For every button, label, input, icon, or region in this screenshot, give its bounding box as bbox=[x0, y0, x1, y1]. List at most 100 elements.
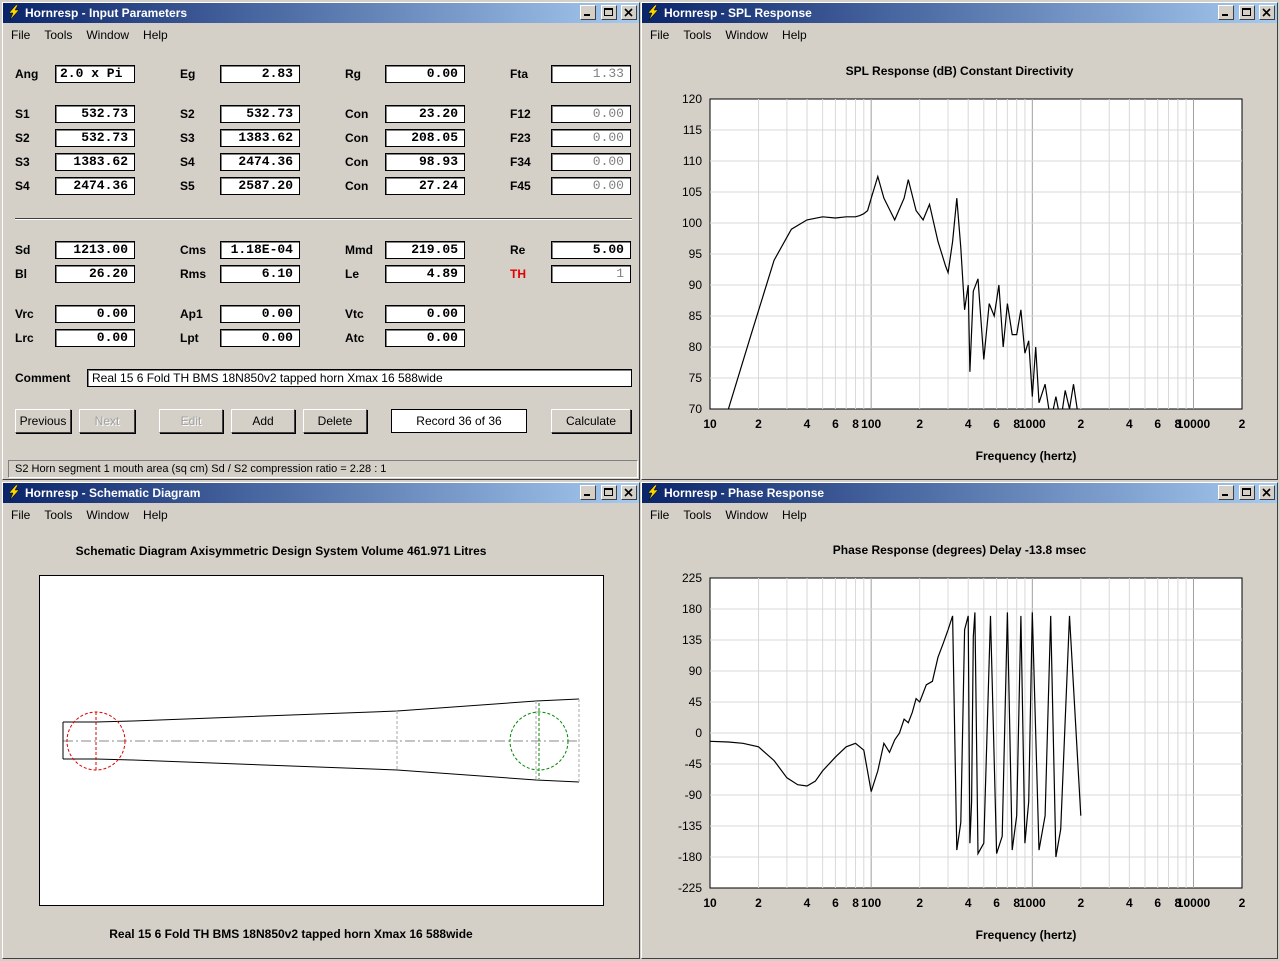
title-bar[interactable]: Hornresp - Schematic Diagram bbox=[3, 483, 639, 503]
close-button[interactable] bbox=[1259, 485, 1275, 500]
maximize-button[interactable] bbox=[600, 485, 617, 500]
title-bar[interactable]: Hornresp - Phase Response bbox=[642, 483, 1277, 503]
param-field-s2[interactable]: 532.73 bbox=[220, 105, 300, 123]
menu-tools[interactable]: Tools bbox=[675, 25, 717, 42]
x-tick-label: 2 bbox=[916, 417, 923, 431]
y-tick-label: 120 bbox=[682, 92, 702, 106]
menu-tools[interactable]: Tools bbox=[36, 505, 78, 522]
x-tick-label: 1000 bbox=[1019, 896, 1046, 910]
previous-button[interactable]: Previous bbox=[15, 409, 71, 433]
menu-window[interactable]: Window bbox=[78, 25, 135, 42]
param-label-s2: S2 bbox=[15, 131, 30, 145]
param-field-rg[interactable]: 0.00 bbox=[385, 65, 465, 83]
add-button[interactable]: Add bbox=[231, 409, 295, 433]
param-label-f45: F45 bbox=[510, 179, 531, 193]
close-icon bbox=[624, 8, 633, 17]
x-tick-label: 10 bbox=[703, 896, 717, 910]
param-field-s1[interactable]: 532.73 bbox=[55, 105, 135, 123]
close-button[interactable] bbox=[1259, 5, 1275, 20]
param-field-sd[interactable]: 1213.00 bbox=[55, 241, 135, 259]
param-field-con[interactable]: 27.24 bbox=[385, 177, 465, 195]
menu-help[interactable]: Help bbox=[774, 505, 813, 522]
param-label-f12: F12 bbox=[510, 107, 531, 121]
param-field-mmd[interactable]: 219.05 bbox=[385, 241, 465, 259]
menu-help[interactable]: Help bbox=[135, 505, 174, 522]
minimize-icon bbox=[1222, 14, 1229, 16]
param-field-le[interactable]: 4.89 bbox=[385, 265, 465, 283]
param-field-s3[interactable]: 1383.62 bbox=[55, 153, 135, 171]
param-field-re[interactable]: 5.00 bbox=[551, 241, 631, 259]
param-field-atc[interactable]: 0.00 bbox=[385, 329, 465, 347]
menu-window[interactable]: Window bbox=[78, 505, 135, 522]
menu-file[interactable]: File bbox=[3, 25, 36, 42]
param-field-f12[interactable]: 0.00 bbox=[551, 105, 631, 123]
y-tick-label: -180 bbox=[678, 850, 702, 864]
minimize-button[interactable] bbox=[580, 485, 597, 500]
param-label-lrc: Lrc bbox=[15, 331, 34, 345]
param-field-s2[interactable]: 532.73 bbox=[55, 129, 135, 147]
spl-response-window: Hornresp - SPL Response File Tools Window H… bbox=[641, 2, 1278, 480]
close-button[interactable] bbox=[621, 5, 637, 20]
maximize-icon bbox=[1241, 8, 1251, 16]
calculate-button[interactable]: Calculate bbox=[551, 409, 631, 433]
delete-button[interactable]: Delete bbox=[303, 409, 367, 433]
param-field-eg[interactable]: 2.83 bbox=[220, 65, 300, 83]
x-tick-label: 4 bbox=[804, 896, 811, 910]
param-field-con[interactable]: 98.93 bbox=[385, 153, 465, 171]
menu-tools[interactable]: Tools bbox=[36, 25, 78, 42]
param-field-vtc[interactable]: 0.00 bbox=[385, 305, 465, 323]
y-tick-label: 100 bbox=[682, 216, 702, 230]
separator bbox=[15, 218, 632, 220]
title-bar[interactable]: Hornresp - Input Parameters bbox=[3, 3, 639, 23]
param-field-lrc[interactable]: 0.00 bbox=[55, 329, 135, 347]
x-tick-label: 6 bbox=[1154, 896, 1161, 910]
param-field-s5[interactable]: 2587.20 bbox=[220, 177, 300, 195]
param-field-fta[interactable]: 1.33 bbox=[551, 65, 631, 83]
y-tick-label: 75 bbox=[689, 371, 703, 385]
menu-tools[interactable]: Tools bbox=[675, 505, 717, 522]
param-field-con[interactable]: 208.05 bbox=[385, 129, 465, 147]
minimize-button[interactable] bbox=[1218, 485, 1235, 500]
menu-help[interactable]: Help bbox=[774, 25, 813, 42]
x-tick-label: 4 bbox=[965, 417, 972, 431]
maximize-icon bbox=[603, 8, 613, 16]
menu-help[interactable]: Help bbox=[135, 25, 174, 42]
param-field-bl[interactable]: 26.20 bbox=[55, 265, 135, 283]
param-label-vrc: Vrc bbox=[15, 307, 34, 321]
menu-file[interactable]: File bbox=[642, 505, 675, 522]
param-field-f34[interactable]: 0.00 bbox=[551, 153, 631, 171]
param-field-con[interactable]: 23.20 bbox=[385, 105, 465, 123]
menu-file[interactable]: File bbox=[642, 25, 675, 42]
menu-file[interactable]: File bbox=[3, 505, 36, 522]
comment-field[interactable]: Real 15 6 Fold TH BMS 18N850v2 tapped ho… bbox=[87, 369, 632, 387]
maximize-button[interactable] bbox=[1238, 5, 1255, 20]
maximize-button[interactable] bbox=[600, 5, 617, 20]
param-field-lpt[interactable]: 0.00 bbox=[220, 329, 300, 347]
minimize-button[interactable] bbox=[1218, 5, 1235, 20]
param-field-vrc[interactable]: 0.00 bbox=[55, 305, 135, 323]
record-indicator: Record 36 of 36 bbox=[391, 409, 527, 433]
window-title: Hornresp - Schematic Diagram bbox=[25, 486, 201, 500]
param-field-f45[interactable]: 0.00 bbox=[551, 177, 631, 195]
param-field-f23[interactable]: 0.00 bbox=[551, 129, 631, 147]
minimize-button[interactable] bbox=[580, 5, 597, 20]
next-button[interactable]: Next bbox=[79, 409, 135, 433]
y-tick-label: 70 bbox=[689, 402, 703, 416]
title-bar[interactable]: Hornresp - SPL Response bbox=[642, 3, 1277, 23]
param-field-s3[interactable]: 1383.62 bbox=[220, 129, 300, 147]
menu-window[interactable]: Window bbox=[717, 25, 774, 42]
menu-window[interactable]: Window bbox=[717, 505, 774, 522]
param-field-s4[interactable]: 2474.36 bbox=[55, 177, 135, 195]
edit-button[interactable]: Edit bbox=[159, 409, 223, 433]
hornresp-icon bbox=[647, 5, 659, 20]
window-title: Hornresp - Phase Response bbox=[664, 486, 825, 500]
x-tick-label: 4 bbox=[965, 896, 972, 910]
param-field-s4[interactable]: 2474.36 bbox=[220, 153, 300, 171]
param-field-ap1[interactable]: 0.00 bbox=[220, 305, 300, 323]
close-button[interactable] bbox=[621, 485, 637, 500]
param-field-th[interactable]: 1 bbox=[551, 265, 631, 283]
param-field-ang[interactable]: 2.0 x Pi bbox=[55, 65, 135, 83]
param-field-rms[interactable]: 6.10 bbox=[220, 265, 300, 283]
maximize-button[interactable] bbox=[1238, 485, 1255, 500]
param-field-cms[interactable]: 1.18E-04 bbox=[220, 241, 300, 259]
